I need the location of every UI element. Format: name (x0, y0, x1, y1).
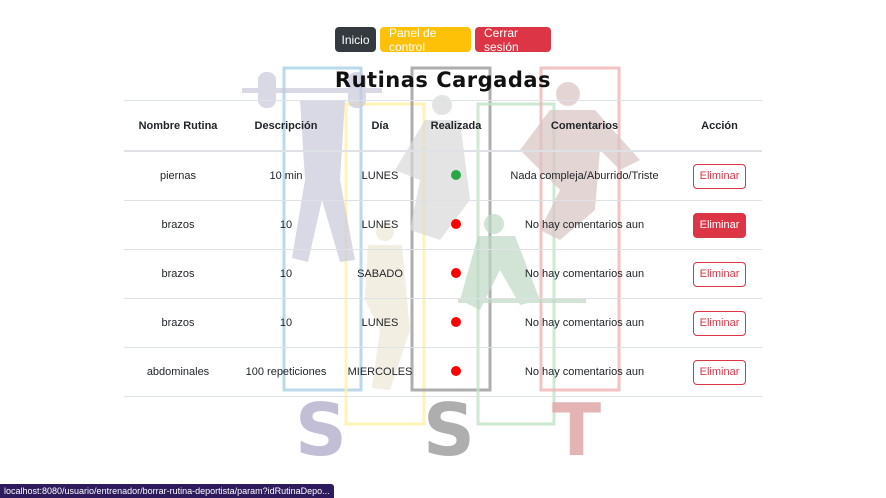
cell-dia: MIERCOLES (340, 347, 420, 397)
cell-dia: LUNES (340, 151, 420, 201)
cell-realizada (420, 347, 492, 397)
table-row: brazos 10 LUNES No hay comentarios aun E… (124, 200, 762, 250)
cell-descripcion: 10 (232, 298, 340, 348)
status-dot-pending (451, 365, 461, 376)
table-row: brazos 10 SABADO No hay comentarios aun … (124, 249, 762, 299)
cell-comentarios: Nada compleja/Aburrido/Triste (492, 151, 677, 201)
panel-control-button[interactable]: Panel de control (380, 26, 471, 54)
cell-accion: Eliminar (677, 200, 762, 250)
header-realizada: Realizada (420, 100, 492, 152)
cell-accion: Eliminar (677, 249, 762, 299)
header-comentarios: Comentarios (492, 100, 677, 152)
svg-text:S: S (295, 388, 347, 472)
cell-nombre: brazos (124, 298, 232, 348)
cell-nombre: brazos (124, 200, 232, 250)
status-dot-pending (451, 316, 461, 327)
cell-dia: SABADO (340, 249, 420, 299)
cell-nombre: abdominales (124, 347, 232, 397)
top-nav: Inicio Panel de control Cerrar sesión (0, 26, 886, 54)
header-dia: Día (340, 100, 420, 152)
status-bar-url: localhost:8080/usuario/entrenador/borrar… (0, 484, 334, 498)
header-accion: Acción (677, 100, 762, 152)
status-dot-done (451, 169, 461, 180)
page-title: Rutinas Cargadas (334, 68, 552, 92)
cell-comentarios: No hay comentarios aun (492, 298, 677, 348)
cell-nombre: brazos (124, 249, 232, 299)
svg-text:S: S (423, 388, 475, 472)
cell-realizada (420, 151, 492, 201)
delete-button[interactable]: Eliminar (693, 163, 746, 189)
logout-button[interactable]: Cerrar sesión (475, 26, 551, 54)
cell-comentarios: No hay comentarios aun (492, 347, 677, 397)
cell-dia: LUNES (340, 298, 420, 348)
cell-comentarios: No hay comentarios aun (492, 249, 677, 299)
cell-accion: Eliminar (677, 151, 762, 201)
header-nombre: Nombre Rutina (124, 100, 232, 152)
table-row: abdominales 100 repeticiones MIERCOLES N… (124, 347, 762, 397)
cell-descripcion: 100 repeticiones (232, 347, 340, 397)
delete-button[interactable]: Eliminar (693, 261, 746, 287)
cell-descripcion: 10 (232, 200, 340, 250)
table-header-row: Nombre Rutina Descripción Día Realizada … (124, 100, 762, 152)
cell-realizada (420, 200, 492, 250)
delete-button-hover[interactable]: Eliminar (693, 212, 746, 238)
cell-nombre: piernas (124, 151, 232, 201)
delete-button[interactable]: Eliminar (693, 310, 746, 336)
cell-descripcion: 10 min (232, 151, 340, 201)
cell-accion: Eliminar (677, 347, 762, 397)
cell-accion: Eliminar (677, 298, 762, 348)
status-dot-pending (451, 218, 461, 229)
inicio-button[interactable]: Inicio (335, 27, 376, 52)
svg-text:T: T (552, 388, 601, 472)
delete-button[interactable]: Eliminar (693, 359, 746, 385)
cell-descripcion: 10 (232, 249, 340, 299)
table-row: brazos 10 LUNES No hay comentarios aun E… (124, 298, 762, 348)
cell-comentarios: No hay comentarios aun (492, 200, 677, 250)
status-dot-pending (451, 267, 461, 278)
cell-realizada (420, 298, 492, 348)
cell-dia: LUNES (340, 200, 420, 250)
routines-table: Nombre Rutina Descripción Día Realizada … (124, 100, 762, 397)
table-row: piernas 10 min LUNES Nada compleja/Aburr… (124, 151, 762, 201)
cell-realizada (420, 249, 492, 299)
header-descripcion: Descripción (232, 100, 340, 152)
